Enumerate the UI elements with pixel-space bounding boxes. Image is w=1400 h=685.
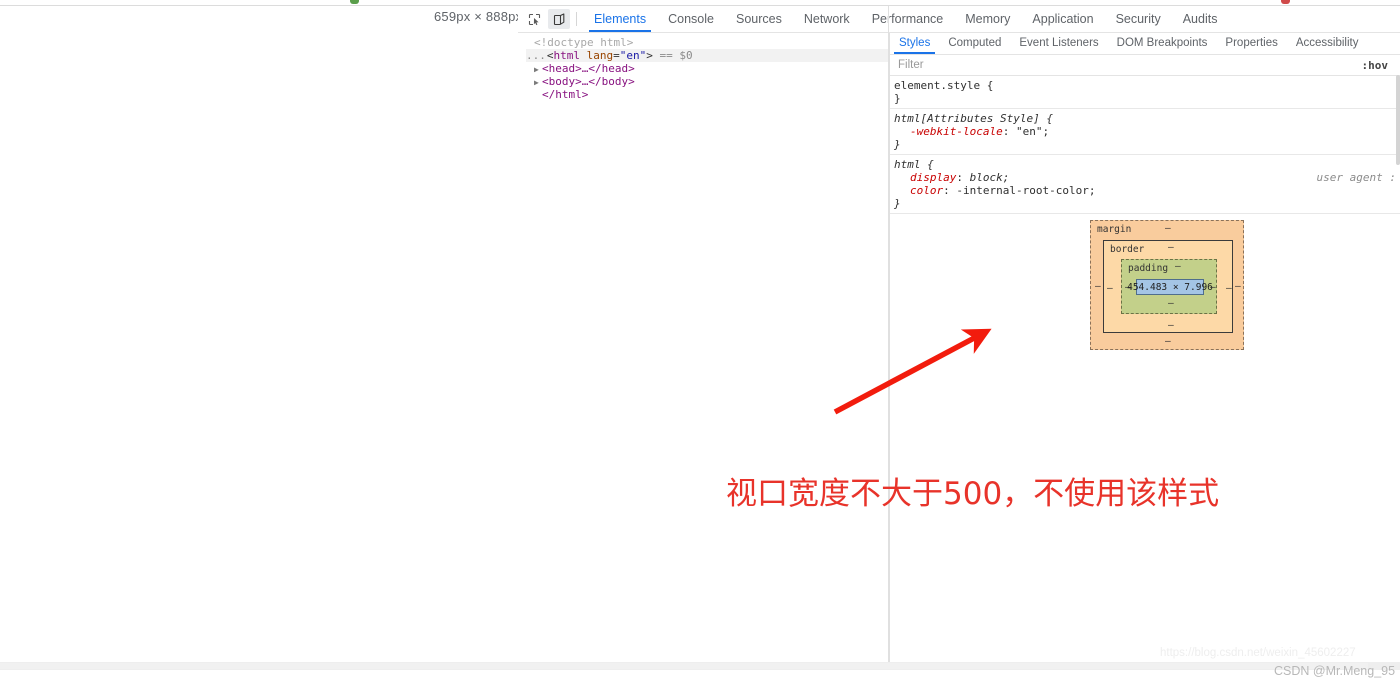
- tab-styles[interactable]: Styles: [890, 33, 939, 54]
- css-colon: :: [943, 184, 950, 197]
- dom-tree: <!doctype html> ...<html lang="en"> == $…: [518, 33, 889, 101]
- styles-filter-bar: :hov: [890, 55, 1400, 76]
- bottom-status-bar-inner: [0, 663, 1368, 669]
- tab-security[interactable]: Security: [1105, 6, 1172, 32]
- dom-attr-lang: lang: [586, 49, 614, 62]
- tab-performance[interactable]: Performance: [861, 6, 955, 32]
- dom-row-body[interactable]: ▶ <body>…</body>: [526, 75, 889, 88]
- dom-row-doctype[interactable]: <!doctype html>: [526, 36, 889, 49]
- css-rule-close: }: [894, 92, 901, 105]
- box-model-content-size: 454.483 × 7.996: [1127, 281, 1213, 293]
- dom-lt: <: [546, 49, 554, 62]
- box-model-border-left-value[interactable]: –: [1107, 284, 1113, 294]
- tab-sources[interactable]: Sources: [725, 6, 793, 32]
- css-property-name: color: [910, 184, 944, 197]
- css-rule-html-user-agent[interactable]: html { user agent : display: block; colo…: [890, 155, 1400, 214]
- css-property-value: "en";: [1015, 125, 1050, 138]
- css-property-name: display: [910, 171, 957, 184]
- dom-head-text: <head>…</head>: [542, 62, 635, 75]
- css-colon: :: [956, 171, 963, 184]
- tab-accessibility[interactable]: Accessibility: [1287, 33, 1368, 54]
- dom-selected-marker: == $0: [659, 49, 693, 62]
- box-model-border-box[interactable]: border – – – – padding – – – – 454.483 ×…: [1103, 240, 1233, 333]
- viewport-size-label: 659px × 888px: [434, 9, 523, 24]
- css-rule-html-attributes-style[interactable]: html[Attributes Style] { -webkit-locale:…: [890, 109, 1400, 155]
- tab-application[interactable]: Application: [1021, 6, 1104, 32]
- tab-dom-breakpoints[interactable]: DOM Breakpoints: [1108, 33, 1217, 54]
- tab-memory[interactable]: Memory: [954, 6, 1021, 32]
- css-declaration[interactable]: color: -internal-root-color;: [894, 184, 1400, 197]
- styles-pane-scrollbar[interactable]: [1396, 75, 1400, 165]
- box-model-padding-box[interactable]: padding – – – – 454.483 × 7.996: [1121, 259, 1217, 314]
- page-viewport: [0, 6, 518, 668]
- doctype-text: <!doctype html>: [534, 36, 634, 49]
- dom-body-text: <body>…</body>: [542, 75, 635, 88]
- tab-elements[interactable]: Elements: [583, 6, 657, 32]
- box-model-border-label: border: [1110, 244, 1145, 255]
- box-model-border-bottom-value[interactable]: –: [1168, 321, 1174, 331]
- red-arrow-pointing-to-box-model: [833, 328, 992, 415]
- watermark-credit: CSDN @Mr.Meng_95: [1274, 664, 1396, 678]
- dom-html-close-text: </html>: [542, 88, 589, 101]
- css-selector: html {: [894, 158, 934, 171]
- box-model-margin-right-value[interactable]: –: [1235, 282, 1241, 292]
- box-model-padding-label: padding: [1128, 263, 1169, 274]
- css-property-value: -internal-root-color;: [956, 184, 1096, 197]
- tab-network[interactable]: Network: [793, 6, 861, 32]
- tab-computed[interactable]: Computed: [939, 33, 1010, 54]
- css-declaration[interactable]: -webkit-locale: "en";: [894, 125, 1400, 138]
- dom-attr-eq: =: [613, 49, 620, 62]
- tab-audits[interactable]: Audits: [1172, 6, 1229, 32]
- watermark-url: https://blog.csdn.net/weixin_45602227: [1160, 647, 1356, 659]
- css-rule-close: }: [894, 197, 901, 210]
- dom-ellipsis: ...: [526, 49, 546, 62]
- css-rule-element-style[interactable]: element.style { }: [890, 76, 1400, 109]
- dom-row-head[interactable]: ▶ <head>…</head>: [526, 62, 889, 75]
- styles-filter-input[interactable]: [890, 58, 1356, 72]
- dom-row-html-open[interactable]: ...<html lang="en"> == $0: [526, 49, 889, 62]
- css-property-name: -webkit-locale: [910, 125, 1003, 138]
- box-model-margin-top-value[interactable]: –: [1165, 224, 1171, 234]
- tab-event-listeners[interactable]: Event Listeners: [1010, 33, 1107, 54]
- box-model-margin-box[interactable]: margin – – – – border – – – – padding –: [1090, 220, 1244, 350]
- tab-properties[interactable]: Properties: [1216, 33, 1286, 54]
- box-model-padding-top-value[interactable]: –: [1175, 262, 1181, 272]
- bottom-status-bar: [0, 662, 1400, 670]
- inspect-element-icon[interactable]: [523, 9, 545, 29]
- devtools-tab-strip: Elements Console Sources Network Perform…: [583, 6, 1228, 32]
- box-model-border-top-value[interactable]: –: [1168, 243, 1174, 253]
- chrome-close-sliver-red: [1281, 0, 1290, 4]
- hov-toggle-button[interactable]: :hov: [1356, 59, 1395, 72]
- css-colon: :: [1002, 125, 1010, 138]
- devtools-toolbar: Elements Console Sources Network Perform…: [518, 6, 1400, 33]
- box-model-margin-label: margin: [1097, 224, 1132, 235]
- tab-console[interactable]: Console: [657, 6, 725, 32]
- css-selector: element.style {: [894, 79, 994, 92]
- css-selector: html[Attributes Style] {: [894, 112, 1053, 125]
- chrome-tab-sliver-green: [350, 0, 359, 4]
- box-model-margin-bottom-value[interactable]: –: [1165, 337, 1171, 347]
- box-model-margin-left-value[interactable]: –: [1095, 282, 1101, 292]
- device-toolbar-icon[interactable]: [548, 9, 570, 29]
- styles-tab-strip: Styles Computed Event Listeners DOM Brea…: [890, 33, 1400, 55]
- dom-row-html-close[interactable]: </html>: [526, 88, 889, 101]
- box-model-padding-bottom-value[interactable]: –: [1168, 299, 1174, 309]
- dom-attr-value-en: "en": [619, 49, 647, 62]
- css-rule-close: }: [894, 138, 901, 151]
- css-rule-origin-label: user agent :: [1316, 171, 1396, 184]
- box-model-border-right-value[interactable]: –: [1226, 284, 1232, 294]
- css-property-value: block;: [969, 171, 1010, 184]
- toolbar-separator: [576, 12, 577, 26]
- annotation-note: 视口宽度不大于500，不使用该样式: [726, 476, 1220, 512]
- box-model-content-box[interactable]: 454.483 × 7.996: [1127, 279, 1213, 295]
- dom-tag-html: html: [553, 49, 581, 62]
- dom-gt: >: [646, 49, 653, 62]
